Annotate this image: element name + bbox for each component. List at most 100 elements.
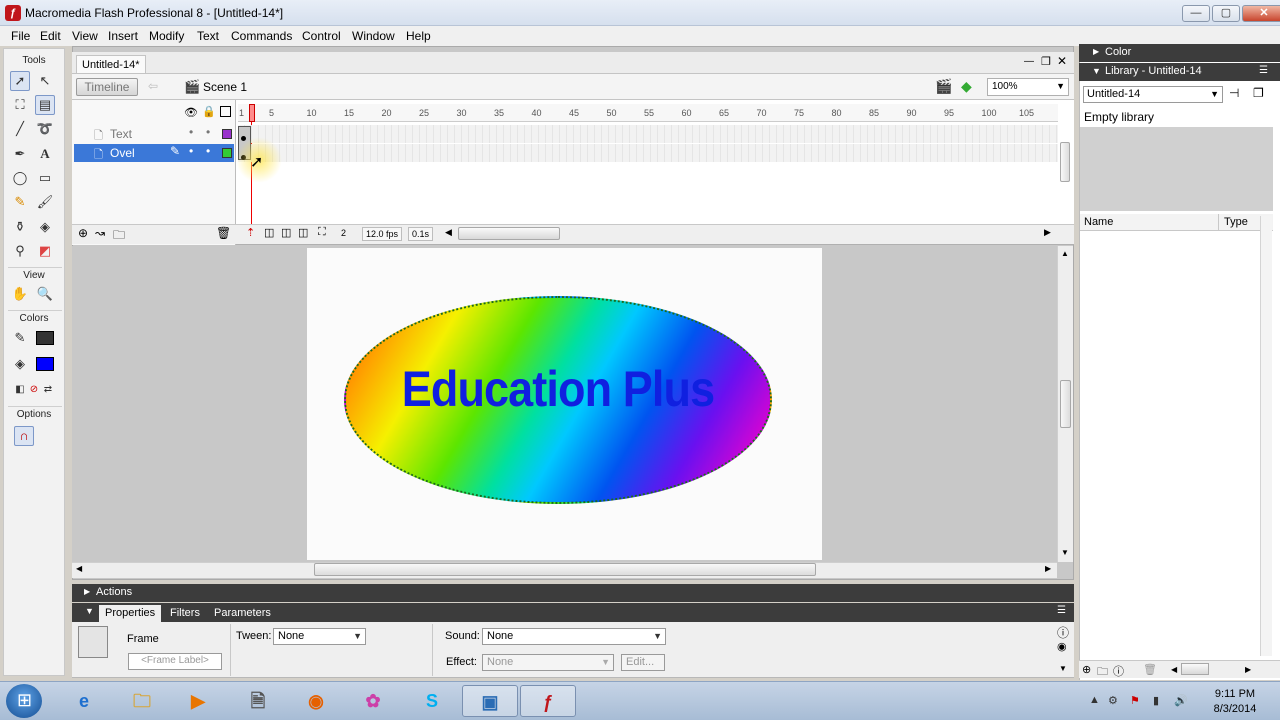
flash-taskbar-icon[interactable]: ƒ	[520, 685, 576, 717]
show-hidden-icons[interactable]: ▲	[1089, 694, 1100, 706]
frame-label-input[interactable]: <Frame Label>	[128, 653, 222, 670]
library-hscroll-thumb[interactable]	[1181, 663, 1209, 675]
eraser-tool-icon[interactable]: ◩	[35, 241, 55, 261]
scroll-up-icon[interactable]: ▲	[1061, 249, 1069, 258]
stage-text[interactable]: Education Plus	[365, 360, 750, 418]
timeline-vscroll-thumb[interactable]	[1060, 142, 1070, 182]
lock-icon[interactable]: 🔒	[202, 105, 216, 118]
back-arrow-icon[interactable]: ⇦	[148, 79, 158, 93]
doc-close-icon[interactable]: ✕	[1057, 54, 1067, 68]
new-library-panel-icon[interactable]: ❐	[1253, 86, 1264, 100]
firefox-icon[interactable]: ◉	[288, 685, 344, 717]
line-tool-icon[interactable]: ╱	[10, 119, 30, 139]
eyedropper-tool-icon[interactable]: ⚲	[10, 241, 30, 261]
picasa-icon[interactable]: ✿	[345, 685, 401, 717]
swap-colors-icon[interactable]: ⇄	[38, 380, 58, 400]
lock-dot-icon[interactable]: •	[206, 125, 210, 139]
free-transform-tool-icon[interactable]: ⛶	[10, 95, 30, 115]
properties-icon[interactable]: ⓘ	[1113, 663, 1124, 679]
insert-layer-icon[interactable]: ⊕	[78, 226, 88, 240]
frames-row[interactable]	[238, 144, 1058, 162]
close-window-button[interactable]: ✕	[1242, 5, 1280, 22]
stroke-color-swatch[interactable]	[36, 331, 54, 345]
menu-insert[interactable]: Insert	[108, 29, 138, 43]
eye-icon[interactable]: 👁	[184, 106, 198, 119]
outline-icon[interactable]	[220, 106, 231, 117]
zoom-tool-icon[interactable]: 🔍	[35, 284, 55, 304]
actions-panel-header[interactable]: ▶ Actions	[72, 584, 1074, 602]
menu-modify[interactable]: Modify	[149, 29, 184, 43]
help-icon[interactable]: ⓘ	[1057, 624, 1069, 641]
visible-dot-icon[interactable]: •	[189, 144, 193, 158]
pin-library-icon[interactable]: ⊣	[1229, 86, 1239, 100]
layer-color-swatch[interactable]	[222, 148, 232, 158]
scroll-right-icon[interactable]: ▶	[1044, 227, 1051, 238]
timeline-scroll-thumb[interactable]	[458, 227, 560, 240]
playhead[interactable]	[249, 104, 255, 122]
volume-icon[interactable]: 🔊	[1174, 694, 1188, 707]
scene-label[interactable]: Scene 1	[203, 80, 247, 94]
network-signal-icon[interactable]: ▮	[1153, 694, 1159, 707]
zoom-select[interactable]: 100% ▼	[987, 78, 1069, 96]
subselection-tool-icon[interactable]: ↖	[35, 71, 55, 91]
effect-select[interactable]: None ▼	[482, 654, 614, 671]
ink-bottle-tool-icon[interactable]: ⚱	[10, 217, 30, 237]
menu-help[interactable]: Help	[406, 29, 431, 43]
new-symbol-icon[interactable]: ⊕	[1082, 663, 1091, 676]
scroll-left-icon[interactable]: ◀	[1171, 665, 1177, 674]
modify-markers-icon[interactable]: ⛶	[318, 226, 326, 239]
tween-select[interactable]: None ▼	[273, 628, 366, 645]
column-type[interactable]: Type	[1224, 216, 1248, 228]
media-player-icon[interactable]: ▶	[170, 685, 226, 717]
scroll-left-icon[interactable]: ◀	[445, 227, 452, 238]
tab-properties[interactable]: Properties	[99, 605, 162, 622]
remote-desktop-icon[interactable]: ▣	[462, 685, 518, 717]
timeline-toggle-button[interactable]: Timeline	[76, 78, 138, 96]
minimize-button[interactable]: —	[1182, 5, 1210, 22]
stage-vscroll-thumb[interactable]	[1060, 380, 1071, 428]
menu-file[interactable]: File	[11, 29, 30, 43]
tab-filters[interactable]: Filters	[164, 605, 206, 622]
file-explorer-icon[interactable]: 🗀	[114, 685, 170, 717]
menu-text[interactable]: Text	[197, 29, 219, 43]
notepad-icon[interactable]: 🗎	[230, 685, 286, 717]
stage-hscroll-thumb[interactable]	[314, 563, 816, 576]
insert-folder-icon[interactable]: 🗀	[113, 226, 125, 247]
accessibility-icon[interactable]: ◉	[1057, 640, 1067, 653]
onion-skin-icon[interactable]: ◫	[264, 226, 274, 239]
panel-options-icon[interactable]: ☰	[1057, 605, 1066, 616]
panel-options-icon[interactable]: ☰	[1259, 65, 1268, 76]
selection-tool-icon[interactable]: ➚	[10, 71, 30, 91]
scroll-down-icon[interactable]: ▼	[1061, 548, 1069, 557]
menu-edit[interactable]: Edit	[40, 29, 61, 43]
action-center-icon[interactable]: ⚑	[1130, 694, 1140, 707]
lasso-tool-icon[interactable]: ➰	[35, 119, 55, 139]
library-panel-header[interactable]: ▼ Library - Untitled-14 ☰	[1079, 63, 1280, 81]
doc-minimize-icon[interactable]: —	[1024, 56, 1034, 67]
fill-color-swatch[interactable]	[36, 357, 54, 371]
oval-tool-icon[interactable]: ◯	[10, 168, 30, 188]
pen-tool-icon[interactable]: ✒	[10, 144, 30, 164]
layer-row-text[interactable]: 🗋 Text • •	[74, 125, 234, 143]
fill-transform-tool-icon[interactable]: ▤	[35, 95, 55, 115]
hand-tool-icon[interactable]: ✋	[10, 284, 30, 304]
system-clock[interactable]: 9:11 PM 8/3/2014	[1200, 687, 1270, 717]
collapse-arrow-icon[interactable]: ▼	[85, 606, 94, 616]
delete-icon[interactable]: 🗑	[1143, 663, 1157, 676]
library-vscrollbar[interactable]	[1260, 216, 1272, 656]
menu-window[interactable]: Window	[352, 29, 395, 43]
frame-rate[interactable]: 12.0 fps	[362, 227, 403, 241]
scroll-right-icon[interactable]: ▶	[1045, 564, 1051, 573]
frames-row[interactable]	[238, 125, 1058, 143]
sound-select[interactable]: None ▼	[482, 628, 666, 645]
rectangle-tool-icon[interactable]: ▭	[35, 168, 55, 188]
text-tool-icon[interactable]: A	[35, 144, 55, 164]
maximize-button[interactable]: ▢	[1212, 5, 1240, 22]
delete-layer-icon[interactable]: 🗑	[216, 226, 231, 240]
edit-sound-button[interactable]: Edit...	[621, 654, 665, 671]
tab-parameters[interactable]: Parameters	[208, 605, 277, 622]
column-name[interactable]: Name	[1084, 216, 1113, 228]
edit-multiple-frames-icon[interactable]: ◫	[298, 226, 308, 239]
center-frame-icon[interactable]: ⇡	[246, 226, 255, 239]
scroll-right-icon[interactable]: ▶	[1245, 665, 1251, 674]
